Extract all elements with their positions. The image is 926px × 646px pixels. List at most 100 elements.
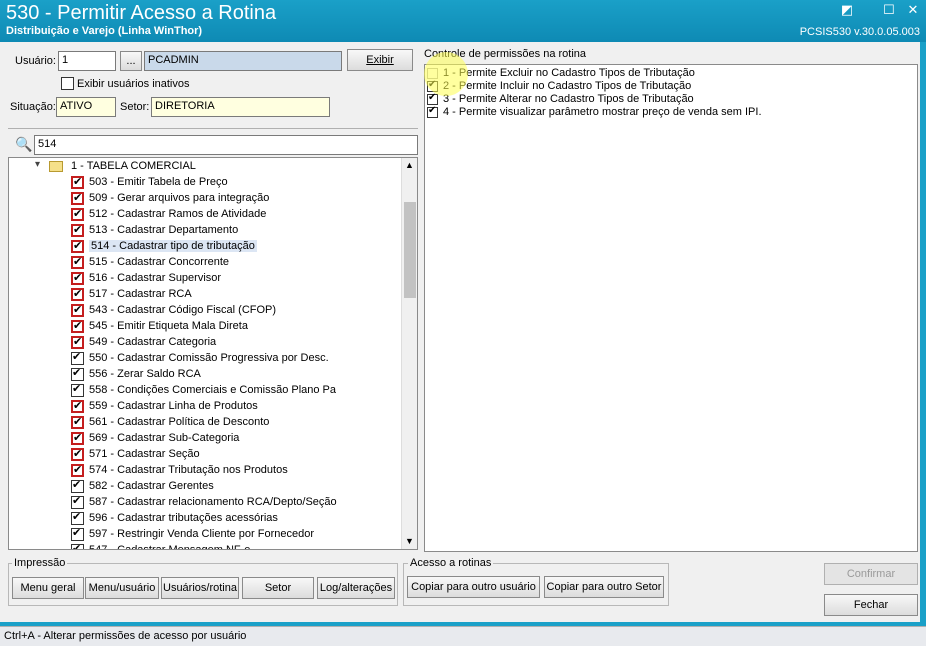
tree-item-checkbox[interactable] — [71, 463, 84, 477]
tree-item-checkbox[interactable] — [71, 223, 84, 237]
confirmar-button[interactable]: Confirmar — [824, 563, 918, 585]
tree-item-checkbox[interactable] — [71, 510, 84, 525]
tree-item[interactable]: 582 - Cadastrar Gerentes — [9, 478, 399, 495]
tree-item-checkbox[interactable] — [71, 382, 84, 397]
tree-root[interactable]: ▾ 1 - TABELA COMERCIAL — [9, 159, 399, 175]
tree-item-checkbox[interactable] — [71, 255, 84, 269]
tree-item-label: 587 - Cadastrar relacionamento RCA/Depto… — [89, 496, 337, 508]
collapse-icon[interactable]: ▾ — [35, 159, 40, 170]
permission-item[interactable]: 3 - Permite Alterar no Cadastro Tipos de… — [427, 92, 907, 106]
tree-item[interactable]: 517 - Cadastrar RCA — [9, 287, 399, 303]
tree-item[interactable]: 558 - Condições Comerciais e Comissão Pl… — [9, 382, 399, 399]
routine-tree[interactable]: ▾ 1 - TABELA COMERCIAL 503 - Emitir Tabe… — [8, 157, 418, 550]
tree-item-checkbox[interactable] — [71, 271, 84, 285]
tree-item[interactable]: 559 - Cadastrar Linha de Produtos — [9, 399, 399, 415]
tree-item[interactable]: 545 - Emitir Etiqueta Mala Direta — [9, 319, 399, 335]
tree-item[interactable]: 574 - Cadastrar Tributação nos Produtos — [9, 463, 399, 479]
window-border — [920, 42, 926, 626]
tree-root-label: 1 - TABELA COMERCIAL — [71, 160, 196, 172]
permission-item[interactable]: 4 - Permite visualizar parâmetro mostrar… — [427, 105, 907, 119]
tree-item-label: 513 - Cadastrar Departamento — [89, 224, 239, 236]
tree-scrollbar[interactable]: ▲ ▼ — [401, 158, 417, 549]
permission-label: 2 - Permite Incluir no Cadastro Tipos de… — [443, 80, 692, 92]
scroll-down-icon[interactable]: ▼ — [405, 536, 414, 546]
tree-item[interactable]: 547 - Cadastrar Mensagem NF-e — [9, 542, 399, 549]
fechar-button[interactable]: Fechar — [824, 594, 918, 616]
tree-item-label: 571 - Cadastrar Seção — [89, 448, 200, 460]
tree-item-label: 549 - Cadastrar Categoria — [89, 336, 217, 348]
impressao-button[interactable]: Setor — [242, 577, 314, 599]
tree-item[interactable]: 512 - Cadastrar Ramos de Atividade — [9, 207, 399, 223]
impressao-button[interactable]: Log/alterações — [317, 577, 395, 599]
tree-item-label: 503 - Emitir Tabela de Preço — [89, 176, 228, 188]
tree-item-checkbox[interactable] — [71, 399, 84, 413]
tree-item-checkbox[interactable] — [71, 207, 84, 221]
usuario-input[interactable]: 1 — [58, 51, 116, 71]
tree-item[interactable]: 597 - Restringir Venda Cliente por Forne… — [9, 526, 399, 543]
tree-item-checkbox[interactable] — [71, 303, 84, 317]
cursor-highlight — [424, 52, 468, 96]
exibir-button[interactable]: Exibir — [347, 49, 413, 71]
tree-item-checkbox[interactable] — [71, 366, 84, 381]
tree-item[interactable]: 513 - Cadastrar Departamento — [9, 223, 399, 239]
tree-item-checkbox[interactable] — [71, 350, 84, 365]
tree-item-label: 545 - Emitir Etiqueta Mala Direta — [89, 320, 248, 332]
title-bar: 530 - Permitir Acesso a Rotina Distribui… — [0, 0, 926, 42]
tree-item[interactable]: 561 - Cadastrar Política de Desconto — [9, 415, 399, 431]
acesso-button[interactable]: Copiar para outro Setor — [544, 576, 664, 598]
tree-item-label: 512 - Cadastrar Ramos de Atividade — [89, 208, 267, 220]
permission-item[interactable]: 2 - Permite Incluir no Cadastro Tipos de… — [427, 79, 907, 93]
tree-item[interactable]: 503 - Emitir Tabela de Preço — [9, 175, 399, 191]
window-subtitle: Distribuição e Varejo (Linha WinThor) — [6, 25, 203, 37]
tree-item-checkbox[interactable] — [71, 542, 84, 549]
restore-icon[interactable]: ◩ — [838, 2, 856, 18]
maximize-icon[interactable]: ☐ — [880, 2, 898, 18]
tree-item-checkbox[interactable] — [71, 415, 84, 429]
tree-item[interactable]: 516 - Cadastrar Supervisor — [9, 271, 399, 287]
tree-item-checkbox[interactable] — [71, 447, 84, 461]
tree-item-label: 516 - Cadastrar Supervisor — [89, 272, 222, 284]
tree-item-checkbox[interactable] — [71, 526, 84, 541]
tree-item-label: 559 - Cadastrar Linha de Produtos — [89, 400, 258, 412]
permission-item[interactable]: 1 - Permite Excluir no Cadastro Tipos de… — [427, 67, 907, 80]
tree-item[interactable]: 587 - Cadastrar relacionamento RCA/Depto… — [9, 494, 399, 511]
tree-item-checkbox[interactable] — [71, 191, 84, 205]
tree-item[interactable]: 571 - Cadastrar Seção — [9, 447, 399, 463]
permission-checkbox[interactable] — [427, 105, 438, 118]
tree-item-checkbox[interactable] — [71, 335, 84, 349]
situacao-label: Situação: — [10, 101, 56, 113]
scrollbar-thumb[interactable] — [404, 202, 416, 298]
tree-item-checkbox[interactable] — [71, 494, 84, 509]
tree-item-label: 582 - Cadastrar Gerentes — [89, 480, 214, 492]
tree-item[interactable]: 514 - Cadastrar tipo de tributação — [9, 239, 399, 255]
tree-item[interactable]: 549 - Cadastrar Categoria — [9, 335, 399, 351]
tree-item-checkbox[interactable] — [71, 175, 84, 189]
permission-checkbox[interactable] — [427, 92, 438, 105]
tree-item-label: 543 - Cadastrar Código Fiscal (CFOP) — [89, 304, 277, 316]
tree-item-checkbox[interactable] — [71, 431, 84, 445]
tree-item-checkbox[interactable] — [71, 319, 84, 333]
tree-item-checkbox[interactable] — [71, 287, 84, 301]
tree-item[interactable]: 550 - Cadastrar Comissão Progressiva por… — [9, 350, 399, 367]
tree-item[interactable]: 596 - Cadastrar tributações acessórias — [9, 510, 399, 527]
scroll-up-icon[interactable]: ▲ — [405, 160, 414, 170]
impressao-button[interactable]: Usuários/rotina — [161, 577, 239, 599]
tree-item-label: 574 - Cadastrar Tributação nos Produtos — [89, 464, 288, 476]
tree-item[interactable]: 556 - Zerar Saldo RCA — [9, 366, 399, 383]
acesso-title: Acesso a rotinas — [408, 557, 494, 569]
tree-item[interactable]: 509 - Gerar arquivos para integração — [9, 191, 399, 207]
impressao-button[interactable]: Menu/usuário — [85, 577, 159, 599]
search-input[interactable]: 514 — [34, 135, 418, 155]
usuario-label: Usuário: — [15, 55, 56, 67]
tree-item-checkbox[interactable] — [71, 239, 84, 253]
tree-item-checkbox[interactable] — [71, 478, 84, 493]
tree-item[interactable]: 543 - Cadastrar Código Fiscal (CFOP) — [9, 303, 399, 319]
usuario-lookup-button[interactable]: ... — [120, 51, 142, 71]
close-icon[interactable]: ✕ — [904, 2, 922, 18]
inactive-users-checkbox[interactable] — [61, 77, 74, 90]
impressao-button[interactable]: Menu geral — [12, 577, 84, 599]
tree-item[interactable]: 569 - Cadastrar Sub-Categoria — [9, 431, 399, 447]
acesso-button[interactable]: Copiar para outro usuário — [407, 576, 540, 598]
tree-item[interactable]: 515 - Cadastrar Concorrente — [9, 255, 399, 271]
status-bar: Ctrl+A - Alterar permissões de acesso po… — [0, 626, 926, 646]
